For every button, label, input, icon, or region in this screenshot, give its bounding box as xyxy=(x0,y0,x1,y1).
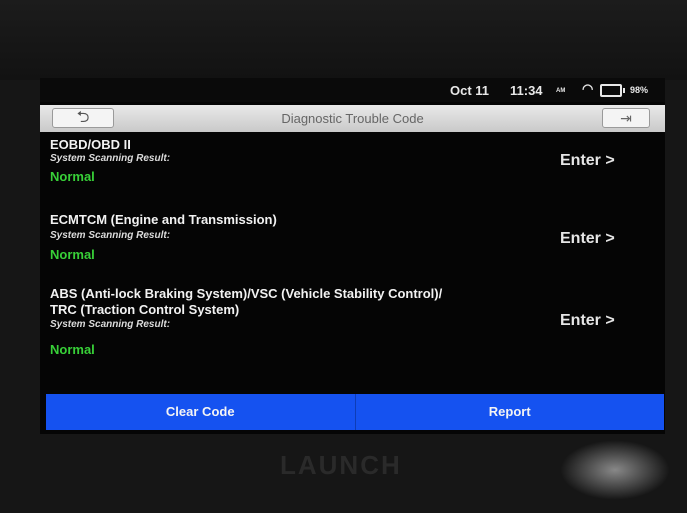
item-title: EOBD/OBD II xyxy=(50,137,131,152)
item-status: Normal xyxy=(50,342,95,357)
brand-logo: LAUNCH xyxy=(280,450,402,480)
footer-bar: Clear Code Report xyxy=(46,394,664,430)
exit-button[interactable]: ⇥ xyxy=(602,108,650,128)
list-item-ecmtcm[interactable]: ECMTCM (Engine and Transmission) System … xyxy=(40,212,665,272)
battery-icon xyxy=(600,84,625,97)
report-button[interactable]: Report xyxy=(354,394,664,430)
system-list: EOBD/OBD II System Scanning Result: Norm… xyxy=(40,132,665,398)
item-title-line1: ABS (Anti-lock Braking System)/VSC (Vehi… xyxy=(50,286,443,301)
status-time: 11:34 xyxy=(510,83,543,98)
list-item-abs[interactable]: ABS (Anti-lock Braking System)/VSC (Vehi… xyxy=(40,286,665,376)
exit-icon: ⇥ xyxy=(620,110,632,126)
status-bar: Oct 11 11:34 AM ◠ 98% xyxy=(40,78,665,102)
item-status: Normal xyxy=(50,169,95,184)
title-bar: ⮌ Diagnostic Trouble Code ⇥ xyxy=(40,105,665,132)
clear-code-button[interactable]: Clear Code xyxy=(46,394,355,430)
wifi-icon: ◠ xyxy=(582,81,594,96)
enter-button[interactable]: Enter > xyxy=(560,230,615,248)
status-ampm: AM xyxy=(556,88,566,94)
item-title-line2: TRC (Traction Control System) xyxy=(50,302,240,317)
item-title: ECMTCM (Engine and Transmission) xyxy=(50,212,277,227)
enter-button[interactable]: Enter > xyxy=(560,312,615,330)
item-subtitle: System Scanning Result: xyxy=(50,230,171,241)
device-bezel xyxy=(0,0,687,80)
enter-button[interactable]: Enter > xyxy=(560,152,615,170)
device-screen: Oct 11 11:34 AM ◠ 98% ⮌ Diagnostic Troub… xyxy=(40,78,665,434)
item-status: Normal xyxy=(50,247,95,262)
status-date: Oct 11 xyxy=(450,83,490,98)
list-item-eobd[interactable]: EOBD/OBD II System Scanning Result: Norm… xyxy=(40,132,665,192)
item-subtitle: System Scanning Result: xyxy=(50,319,171,330)
item-subtitle: System Scanning Result: xyxy=(50,153,171,164)
page-title: Diagnostic Trouble Code xyxy=(281,111,424,126)
battery-percent: 98% xyxy=(630,85,649,95)
screen-glare xyxy=(560,440,670,500)
